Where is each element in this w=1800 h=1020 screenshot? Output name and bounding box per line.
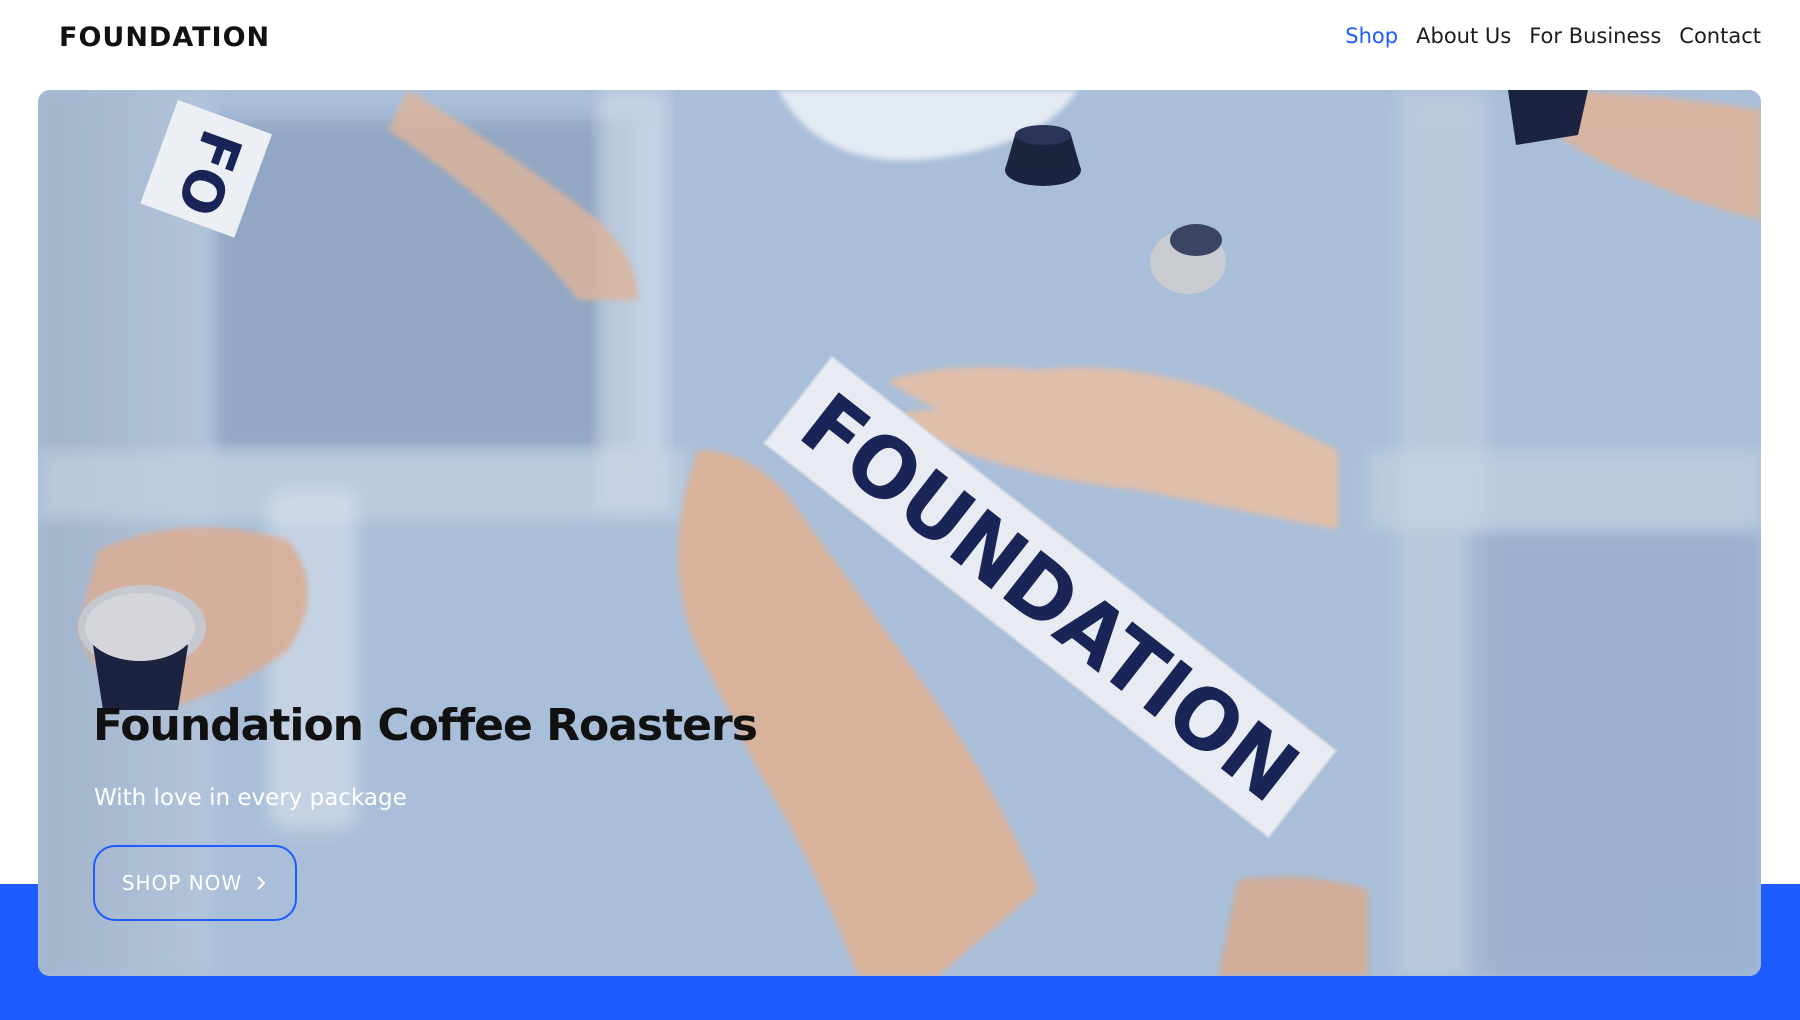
brand-logo[interactable]: FOUNDATION (59, 22, 270, 53)
shop-now-label: SHOP NOW (121, 871, 243, 895)
nav-link-about-us[interactable]: About Us (1416, 24, 1511, 48)
shop-now-button[interactable]: SHOP NOW (93, 845, 297, 921)
nav-link-for-business[interactable]: For Business (1529, 24, 1661, 48)
nav-link-shop[interactable]: Shop (1345, 24, 1398, 48)
chevron-right-icon (257, 876, 266, 890)
hero-title: Foundation Coffee Roasters (93, 700, 758, 751)
capsule-dark-top (1005, 125, 1081, 186)
main-nav: Shop About Us For Business Contact (1345, 24, 1761, 48)
site-header: FOUNDATION Shop About Us For Business Co… (0, 0, 1800, 90)
hero-photo: FOUNDATION FO (38, 90, 1761, 976)
hero-subtitle: With love in every package (94, 785, 407, 811)
hero-banner: FOUNDATION FO Foundation Coffee Roasters… (38, 90, 1761, 976)
nav-link-contact[interactable]: Contact (1679, 24, 1761, 48)
